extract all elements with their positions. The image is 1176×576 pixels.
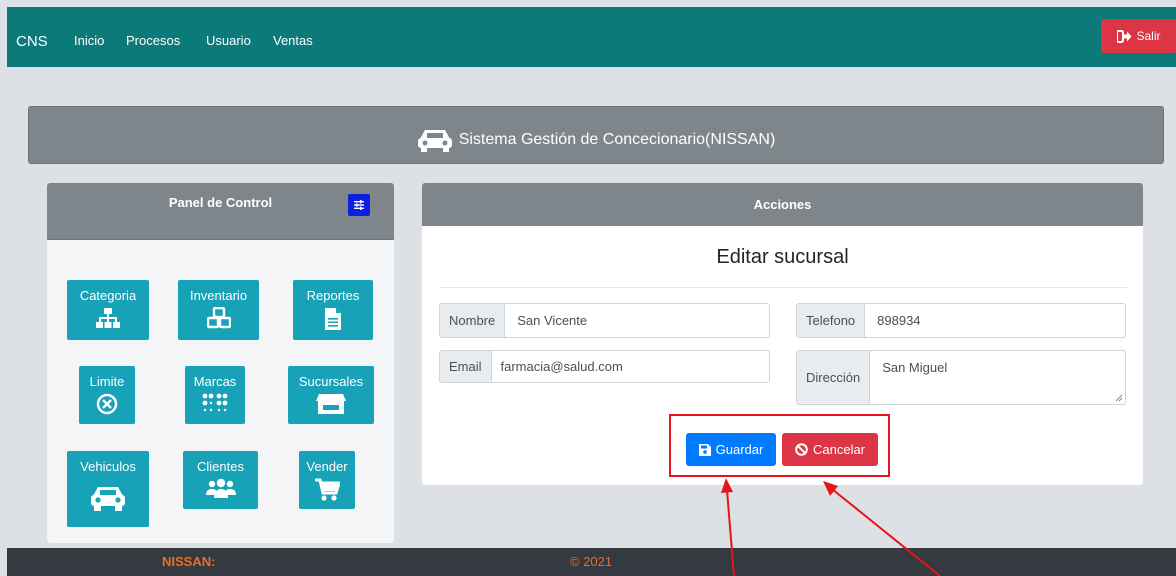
- nombre-input[interactable]: San Vicente: [505, 304, 599, 337]
- page-title: Sistema Gestión de Concecionario(NISSAN): [458, 131, 776, 148]
- direccion-value: San Miguel: [882, 360, 948, 375]
- panel-settings-button[interactable]: [348, 194, 370, 216]
- form-title: Editar sucursal: [716, 246, 849, 268]
- sign-out-icon: [1117, 29, 1132, 43]
- direccion-field[interactable]: Dirección San Miguel: [796, 350, 1126, 405]
- tile-vehiculos[interactable]: Vehiculos: [67, 451, 149, 527]
- footer-copyright: © 2021: [570, 554, 613, 569]
- cubes-icon: [206, 307, 231, 329]
- telefono-input[interactable]: 898934: [865, 304, 932, 337]
- email-input[interactable]: farmacia@salud.com: [492, 351, 635, 382]
- file-icon: [325, 308, 341, 330]
- tile-label: Sucursales: [298, 374, 364, 389]
- divider: [439, 287, 1127, 288]
- control-panel-header: Panel de Control: [47, 183, 394, 240]
- car-icon: [91, 487, 125, 511]
- tile-marcas[interactable]: Marcas: [185, 366, 245, 424]
- tile-limite[interactable]: Limite: [79, 366, 135, 424]
- nav-link-usuario[interactable]: Usuario: [206, 33, 251, 48]
- telefono-label: Telefono: [797, 304, 866, 337]
- telefono-field[interactable]: Telefono 898934: [796, 303, 1126, 338]
- tile-label: Clientes: [197, 459, 244, 474]
- brand-link[interactable]: CNS: [16, 33, 48, 50]
- direccion-label: Dirección: [797, 351, 871, 404]
- footer-brand: NISSAN:: [162, 554, 216, 569]
- tile-vender[interactable]: Vender: [299, 451, 355, 509]
- tile-sucursales[interactable]: Sucursales: [288, 366, 374, 424]
- nav-link-procesos[interactable]: Procesos: [126, 33, 180, 48]
- nombre-field[interactable]: Nombre San Vicente: [439, 303, 770, 338]
- nombre-label: Nombre: [440, 304, 506, 337]
- tile-clientes[interactable]: Clientes: [183, 451, 258, 509]
- resize-handle-icon[interactable]: [1115, 394, 1123, 402]
- control-panel-title: Panel de Control: [168, 195, 273, 210]
- sitemap-icon: [96, 308, 120, 328]
- tile-label: Reportes: [306, 288, 360, 303]
- tile-label: Vehiculos: [80, 459, 136, 474]
- users-icon: [205, 478, 236, 498]
- tile-inventario[interactable]: Inventario: [178, 280, 259, 340]
- tile-label: Categoria: [79, 288, 137, 303]
- store-icon: [316, 394, 346, 414]
- logout-label: Salir: [1136, 29, 1161, 43]
- times-circle-icon: [96, 393, 118, 415]
- cart-icon: [315, 478, 340, 501]
- sliders-icon: [354, 200, 364, 210]
- braille-icon: [202, 393, 228, 412]
- footer: NISSAN: © 2021: [7, 548, 1176, 576]
- system-title-bar: Sistema Gestión de Concecionario(NISSAN): [28, 106, 1164, 164]
- tile-reportes[interactable]: Reportes: [293, 280, 373, 340]
- nav-link-ventas[interactable]: Ventas: [273, 33, 313, 48]
- tile-label: Vender: [306, 459, 348, 474]
- tile-label: Limite: [89, 374, 125, 389]
- nav-link-inicio[interactable]: Inicio: [74, 33, 104, 48]
- tile-categoria[interactable]: Categoria: [67, 280, 149, 340]
- logout-button[interactable]: Salir: [1101, 19, 1176, 53]
- car-icon: [417, 130, 452, 152]
- actions-header: Acciones: [422, 183, 1143, 226]
- tile-label: Marcas: [193, 374, 237, 389]
- tile-label: Inventario: [189, 288, 248, 303]
- direccion-textarea[interactable]: San Miguel: [870, 351, 1125, 404]
- email-label: Email: [440, 351, 492, 382]
- annotation-highlight-box: [669, 414, 890, 477]
- email-field[interactable]: Email farmacia@salud.com: [439, 350, 770, 383]
- top-navbar: CNS Inicio Procesos Usuario Ventas Salir: [7, 7, 1176, 67]
